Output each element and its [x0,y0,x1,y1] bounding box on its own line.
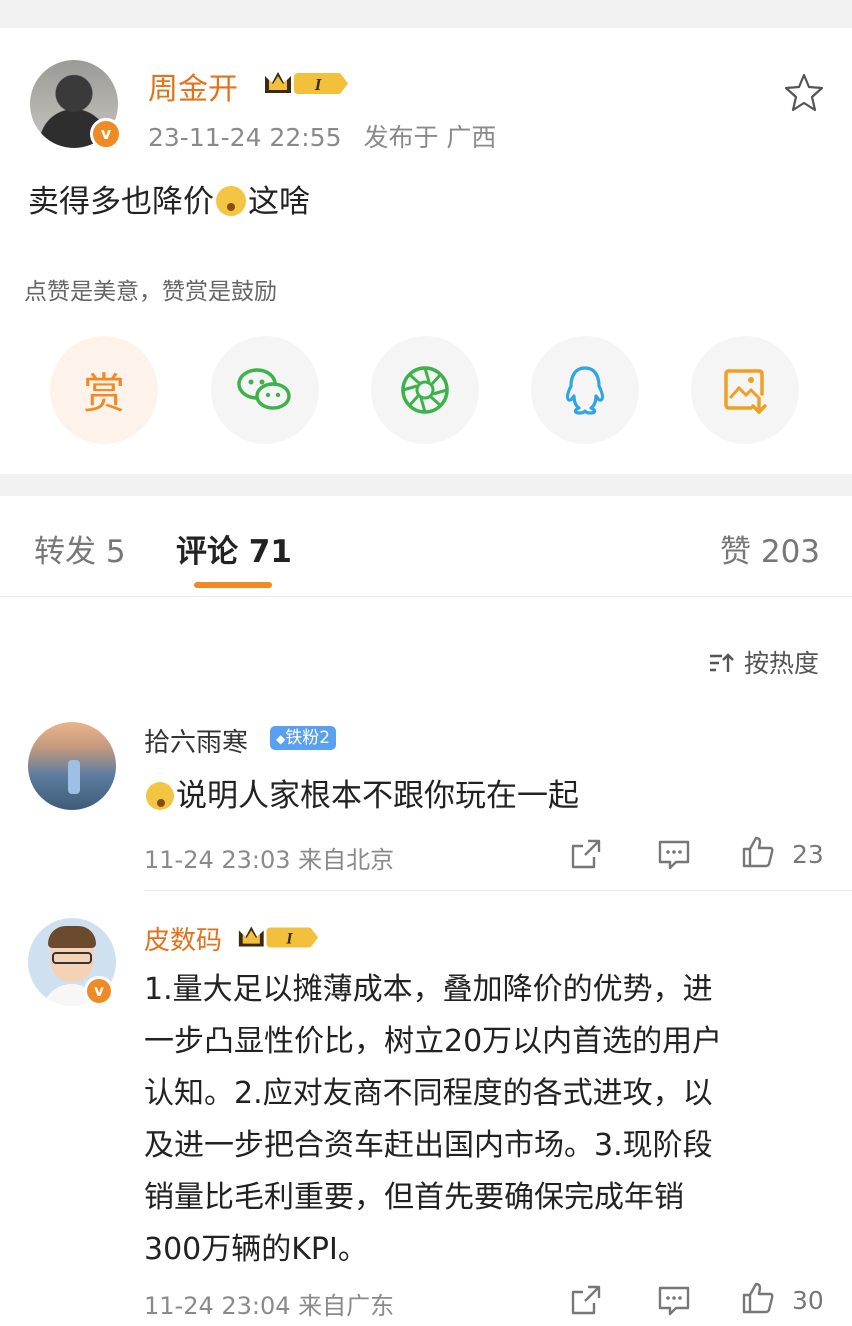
active-tab-indicator [194,582,272,588]
save-image-icon [724,369,767,415]
sort-label: 按热度 [743,649,819,678]
member-level-icon: I [265,72,348,94]
commenter-avatar[interactable] [28,722,116,810]
fan-badge-label: 铁粉2 [285,728,331,748]
reward-button[interactable]: 赏 [50,336,158,444]
comment-line: 300万辆的KPI。 [144,1232,368,1267]
repost-icon[interactable] [568,836,604,872]
comment-line: 认知。2.应对友商不同程度的各式进攻，以 [144,1076,713,1111]
smile-emoji-icon [146,782,174,810]
share-moments-button[interactable] [371,336,479,444]
commenter-name[interactable]: 拾六雨寒 [144,722,248,759]
fan-badge: ◆铁粉2 [270,726,337,750]
sort-button[interactable]: 按热度 [708,644,819,680]
tab-likes[interactable]: 赞 203 [720,526,820,571]
qq-penguin-icon [565,366,605,415]
moments-aperture-icon [401,366,449,414]
commenter-name[interactable]: 皮数码 [144,920,222,957]
post-timestamp: 23-11-24 22:55 [148,123,342,152]
verified-badge-icon: v [90,118,122,150]
comment-text: 1.量大足以摊薄成本，叠加降价的优势，进 一步凸显性价比，树立20万以内首选的用… [144,964,722,1276]
tabs-bar: 转发 5 评论 71 赞 203 [0,496,852,597]
comment-meta: 11-24 23:04 来自广东 [144,1292,395,1320]
like-thumb-icon[interactable] [740,1280,776,1316]
top-strip [0,0,852,28]
comment-line: 销量比毛利重要，但首先要确保完成年销 [144,1180,684,1215]
section-divider [0,474,852,496]
reward-tip: 点赞是美意，赞赏是鼓励 [24,279,277,305]
surprised-emoji-icon [216,186,246,216]
like-count: 30 [792,1286,824,1315]
post-text: 卖得多也降价 这啥 [28,176,310,221]
comment-separator [144,890,852,891]
tab-repost[interactable]: 转发 5 [34,526,126,571]
share-qq-button[interactable] [531,336,639,444]
comment-icon[interactable] [656,1282,692,1318]
verified-badge-icon: v [84,976,114,1006]
post-text-part: 卖得多也降价 [28,184,214,220]
comment-line: 一步凸显性价比，树立20万以内首选的用户 [144,1024,723,1059]
save-image-button[interactable] [691,336,799,444]
tab-comments[interactable]: 评论 71 [176,526,292,571]
comment-meta: 11-24 23:03 来自北京 [144,846,395,874]
reward-label: 赏 [82,368,125,418]
post-meta: 23-11-24 22:55 发布于 广西 [148,118,496,154]
author-name[interactable]: 周金开 [148,64,238,108]
comment-text: 说明人家根本不跟你玩在一起 [144,770,579,815]
comment-text-content: 说明人家根本不跟你玩在一起 [176,778,579,814]
comment-line: 及进一步把合资车赶出国内市场。3.现阶段 [144,1128,713,1163]
member-level-text: I [285,930,293,948]
comment-line: 1.量大足以摊薄成本，叠加降价的优势，进 [144,972,713,1007]
comment-icon[interactable] [656,836,692,872]
post-text-part: 这啥 [248,184,310,220]
member-level-icon: I [238,926,319,948]
favorite-star-icon[interactable] [782,70,826,114]
share-wechat-button[interactable] [211,336,319,444]
wechat-icon [237,368,291,410]
sort-icon [710,653,734,672]
diamond-icon: ◆ [276,732,286,746]
like-thumb-icon[interactable] [740,834,776,870]
like-count: 23 [792,840,824,869]
post-location: 发布于 广西 [363,123,497,152]
repost-icon[interactable] [568,1282,604,1318]
